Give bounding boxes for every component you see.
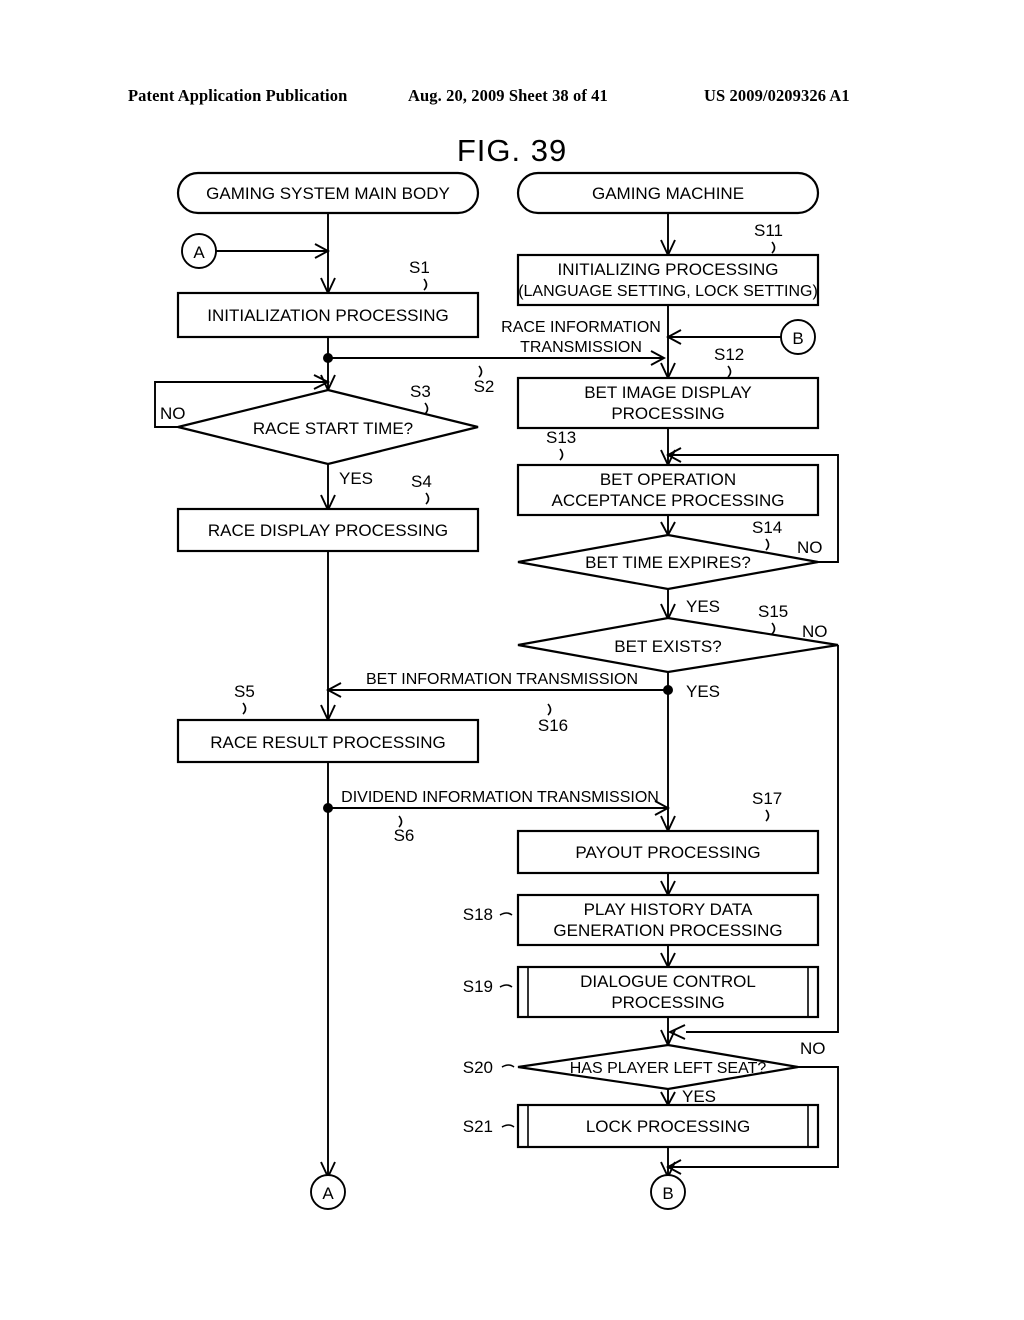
node-s14-label: BET TIME EXPIRES? (585, 553, 751, 572)
node-s19-line2: PROCESSING (611, 993, 724, 1012)
node-s20-label: HAS PLAYER LEFT SEAT? (570, 1060, 767, 1077)
step-label-s12: S12 (714, 345, 744, 364)
step-leader-s21 (501, 1124, 515, 1128)
connector-b-top-label: B (792, 329, 803, 348)
node-s18-line2: GENERATION PROCESSING (553, 921, 782, 940)
step-leader-s20 (501, 1064, 515, 1068)
step-label-s21: S21 (463, 1117, 493, 1136)
branch-label-s15-no: NO (802, 622, 828, 641)
node-s12-line1: BET IMAGE DISPLAY (584, 383, 752, 402)
step-label-s16: S16 (538, 716, 568, 735)
step-label-s20: S20 (463, 1058, 493, 1077)
node-s18-line1: PLAY HISTORY DATA (584, 900, 753, 919)
step-leader-s15 (771, 622, 776, 635)
node-s3-label: RACE START TIME? (253, 419, 413, 438)
branch-label-s3-no: NO (160, 404, 186, 423)
step-leader-s3 (424, 402, 429, 415)
node-s13-line2: ACCEPTANCE PROCESSING (551, 491, 784, 510)
node-s15-label: BET EXISTS? (614, 637, 721, 656)
step-leader-s12 (727, 365, 732, 378)
step-leader-s4 (425, 492, 430, 505)
branch-label-s15-yes: YES (686, 682, 720, 701)
node-s4-label: RACE DISPLAY PROCESSING (208, 521, 448, 540)
step-leader-s18 (499, 912, 513, 916)
step-leader-s1 (423, 278, 428, 291)
step-label-s14: S14 (752, 518, 782, 537)
step-label-s15: S15 (758, 602, 788, 621)
connector-a-bottom-label: A (322, 1184, 334, 1203)
step-label-s6: S6 (394, 826, 415, 845)
node-s11-line1: INITIALIZING PROCESSING (557, 260, 778, 279)
transmission-s6-line1: DIVIDEND INFORMATION TRANSMISSION (341, 789, 659, 806)
flowchart-diagram: GAMING SYSTEM MAIN BODY GAMING MACHINE A… (154, 171, 839, 1210)
branch-label-s14-no: NO (797, 538, 823, 557)
step-leader-s2 (478, 365, 483, 378)
node-s19-line1: DIALOGUE CONTROL (580, 972, 756, 991)
transmission-s2-line2: TRANSMISSION (520, 339, 642, 356)
step-leader-s14 (765, 538, 770, 551)
step-label-s2: S2 (474, 377, 495, 396)
lane-header-left-label: GAMING SYSTEM MAIN BODY (206, 184, 450, 203)
branch-label-s20-yes: YES (682, 1087, 716, 1106)
transmission-s16-line1: BET INFORMATION TRANSMISSION (366, 671, 638, 688)
node-s5-label: RACE RESULT PROCESSING (210, 733, 446, 752)
branch-label-s14-yes: YES (686, 597, 720, 616)
step-leader-s19 (499, 984, 513, 988)
step-label-s13: S13 (546, 428, 576, 447)
step-leader-s5 (242, 702, 247, 715)
step-leader-s16 (547, 703, 552, 716)
node-s13-line1: BET OPERATION (600, 470, 736, 489)
lane-header-right-label: GAMING MACHINE (592, 184, 744, 203)
node-s1-label: INITIALIZATION PROCESSING (207, 306, 449, 325)
step-label-s5: S5 (234, 682, 255, 701)
step-label-s3: S3 (410, 382, 431, 401)
branch-label-s20-no: NO (800, 1039, 826, 1058)
step-label-s11: S11 (754, 221, 783, 240)
step-leader-s17 (765, 809, 770, 822)
patent-figure-page: Patent Application Publication Aug. 20, … (0, 0, 1024, 1320)
step-leader-s13 (559, 448, 564, 461)
step-label-s19: S19 (463, 977, 493, 996)
node-s21-label: LOCK PROCESSING (586, 1117, 750, 1136)
step-label-s1: S1 (409, 258, 430, 277)
transmission-s2-line1: RACE INFORMATION (501, 319, 661, 336)
node-s11-line2: (LANGUAGE SETTING, LOCK SETTING) (518, 283, 818, 300)
connector-b-bottom-label: B (662, 1184, 673, 1203)
step-label-s4: S4 (411, 472, 432, 491)
branch-label-s3-yes: YES (339, 469, 373, 488)
step-label-s17: S17 (752, 789, 782, 808)
step-label-s18: S18 (463, 905, 493, 924)
node-s17-label: PAYOUT PROCESSING (575, 843, 760, 862)
node-s12-line2: PROCESSING (611, 404, 724, 423)
step-leader-s11 (771, 241, 776, 254)
connector-a-top-label: A (193, 243, 205, 262)
